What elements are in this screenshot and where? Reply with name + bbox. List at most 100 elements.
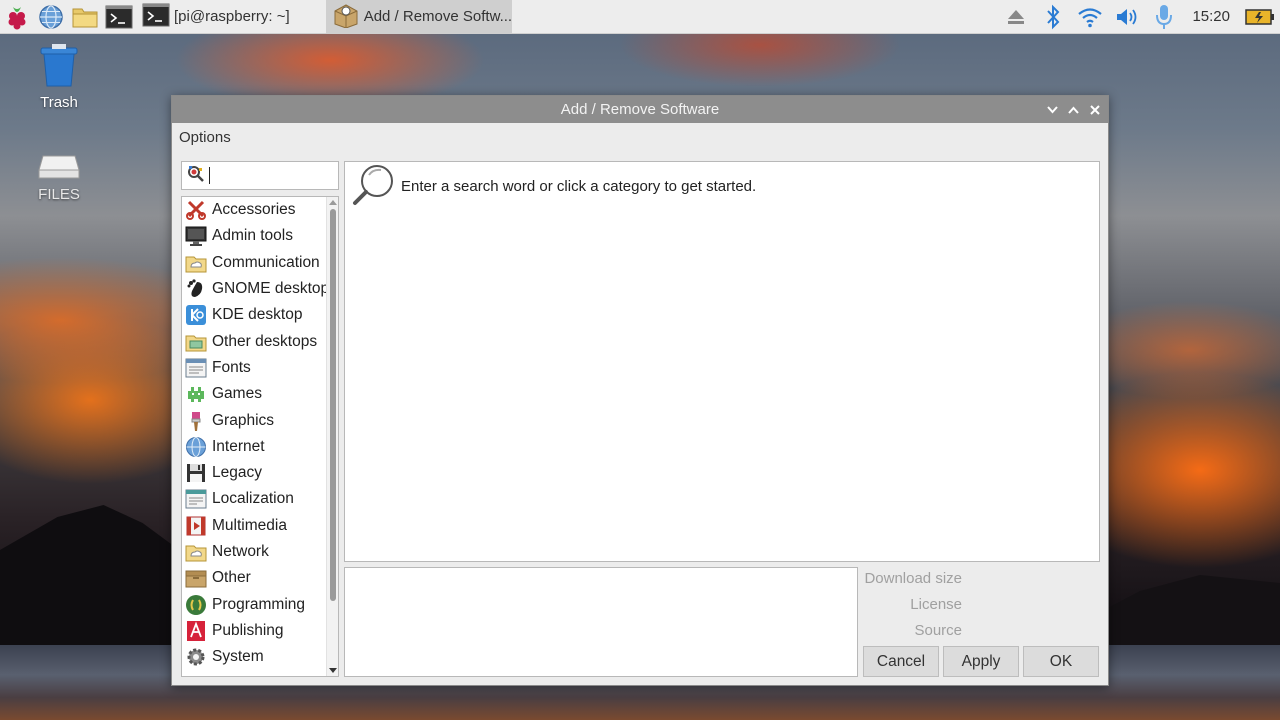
window-title: Add / Remove Software [560,101,720,118]
category-label: Fonts [212,358,251,376]
category-item-publishing[interactable]: Publishing [182,618,338,644]
terminal-icon [142,3,170,31]
web-browser-icon[interactable] [34,0,68,34]
bluetooth-icon[interactable] [1034,0,1071,34]
file-manager-icon[interactable] [68,0,102,34]
volume-icon[interactable] [1108,0,1145,34]
category-item-internet[interactable]: Internet [182,434,338,460]
package-icon [332,2,360,32]
license-label: License [910,596,962,613]
category-item-graphics[interactable]: Graphics [182,407,338,433]
cancel-button[interactable]: Cancel [863,646,939,677]
system-tray: 15:20 [997,0,1280,34]
games-icon [185,383,207,405]
add-remove-software-window: Add / Remove Software Options Accessorie… [171,95,1109,686]
communication-icon [185,252,207,274]
category-label: Other desktops [212,332,318,350]
category-label: Multimedia [212,516,287,534]
category-label: Other [212,569,251,587]
category-label: Publishing [212,621,284,639]
fonts-icon [185,357,207,379]
publishing-icon [185,620,207,642]
apply-button[interactable]: Apply [943,646,1019,677]
drive-icon [37,155,81,184]
internet-icon [185,436,207,458]
description-panel [344,567,858,677]
category-label: Localization [212,490,294,508]
taskbar: [pi@raspberry: ~] Add / Remove Softw... [0,0,1280,34]
category-item-communication[interactable]: Communication [182,250,338,276]
category-item-gnome-desktop[interactable]: GNOME desktop [182,276,338,302]
category-label: Programming [212,595,306,613]
category-item-system[interactable]: System [182,644,338,670]
menu-options[interactable]: Options [179,129,231,146]
category-item-accessories[interactable]: Accessories [182,197,338,223]
graphics-icon [185,410,207,432]
download-size-label: Download size [864,570,962,587]
desktop-trash[interactable]: Trash [14,42,104,111]
category-item-network[interactable]: Network [182,539,338,565]
category-item-localization[interactable]: Localization [182,486,338,512]
category-item-fonts[interactable]: Fonts [182,355,338,381]
category-item-games[interactable]: Games [182,381,338,407]
category-item-programming[interactable]: Programming [182,591,338,617]
text-cursor [209,167,210,184]
network-icon [185,541,207,563]
category-item-multimedia[interactable]: Multimedia [182,513,338,539]
programming-icon [185,594,207,616]
minimize-icon[interactable] [1045,102,1060,117]
trash-icon [37,44,81,92]
wifi-icon[interactable] [1071,0,1108,34]
gnome-icon [185,278,207,300]
category-list[interactable]: Accessories Admin tools Communication GN… [181,196,339,677]
clock[interactable]: 15:20 [1182,8,1240,25]
ok-button[interactable]: OK [1023,646,1099,677]
category-item-admin-tools[interactable]: Admin tools [182,223,338,249]
source-label: Source [914,622,962,639]
desktop-files[interactable]: FILES [14,150,104,203]
category-label: Network [212,543,269,560]
terminal-icon[interactable] [102,0,136,34]
kde-icon [185,304,207,326]
system-icon [185,646,207,668]
task-label: Add / Remove Softw... [363,8,513,25]
task-label: [pi@raspberry: ~] [174,8,290,25]
category-scrollbar[interactable] [326,197,338,676]
eject-icon[interactable] [997,0,1034,34]
category-label: Internet [212,437,265,455]
window-titlebar[interactable]: Add / Remove Software [172,96,1108,123]
category-item-other[interactable]: Other [182,565,338,591]
taskbar-task-terminal[interactable]: [pi@raspberry: ~] [136,0,296,34]
raspberry-menu-icon[interactable] [0,0,34,34]
microphone-icon[interactable] [1145,0,1182,34]
maximize-icon[interactable] [1066,102,1081,117]
battery-icon[interactable] [1240,0,1280,34]
scroll-thumb[interactable] [330,209,336,601]
category-label: KDE desktop [212,306,303,324]
category-item-other-desktops[interactable]: Other desktops [182,328,338,354]
category-label: System [212,648,264,666]
search-icon [187,165,205,187]
scroll-up-icon[interactable] [329,200,337,205]
desktop-icon-label: FILES [38,186,80,203]
category-item-legacy[interactable]: Legacy [182,460,338,486]
category-label: GNOME desktop [212,280,330,298]
desktop-icon-label: Trash [40,94,78,111]
category-label: Legacy [212,464,262,482]
multimedia-icon [185,515,207,537]
scroll-down-icon[interactable] [329,668,337,673]
search-input[interactable] [181,161,339,190]
category-label: Graphics [212,411,275,429]
search-hint: Enter a search word or click a category … [401,178,757,195]
close-icon[interactable] [1087,102,1102,117]
legacy-icon [185,462,207,484]
category-label: Admin tools [212,227,293,245]
accessories-icon [185,199,207,221]
mountain-silhouette-right [1080,575,1280,655]
category-item-kde-desktop[interactable]: KDE desktop [182,302,338,328]
admin-tools-icon [185,225,207,247]
package-list-panel[interactable]: Enter a search word or click a category … [344,161,1100,562]
taskbar-task-add-remove-software[interactable]: Add / Remove Softw... [325,0,513,34]
localization-icon [185,488,207,510]
other-desktops-icon [185,331,207,353]
